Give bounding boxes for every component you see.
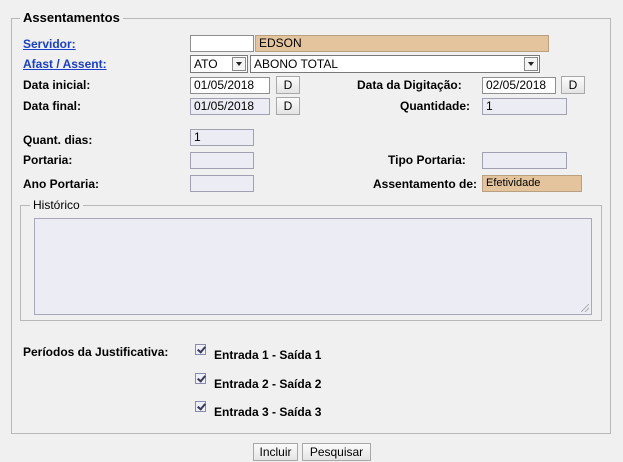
fieldset-legend: Assentamentos [20,10,123,25]
ano-portaria-label: Ano Portaria: [23,177,100,191]
servidor-code-input[interactable] [190,35,254,52]
resize-grip-icon[interactable] [581,304,589,312]
afast-value-select[interactable]: ABONO TOTAL [250,55,540,73]
portaria-input[interactable] [190,152,254,169]
pesquisar-button[interactable]: Pesquisar [302,443,371,461]
ano-portaria-input[interactable] [190,175,254,192]
data-digitacao-input[interactable]: 02/05/2018 [482,77,556,94]
data-final-field: 01/05/2018 [190,98,270,115]
periodo-3-label: Entrada 3 - Saída 3 [214,405,322,419]
periodo-1-label: Entrada 1 - Saída 1 [214,348,322,362]
historico-textarea[interactable] [34,218,592,315]
quant-dias-field: 1 [190,129,254,146]
quant-dias-label: Quant. dias: [23,133,93,147]
periodo-2-label: Entrada 2 - Saída 2 [214,377,322,391]
data-inicial-input[interactable]: 01/05/2018 [190,77,270,94]
portaria-label: Portaria: [23,153,73,167]
quantidade-label: Quantidade: [400,99,471,113]
data-digitacao-date-button[interactable]: D [561,76,585,94]
incluir-button[interactable]: Incluir [253,443,298,461]
periodo-1-checkbox[interactable] [195,344,206,355]
periodo-3-checkbox[interactable] [195,401,206,412]
chevron-down-icon [524,57,538,71]
afast-type-select[interactable]: ATO [190,55,248,73]
afast-type-value: ATO [194,57,218,71]
tipo-portaria-input[interactable] [482,152,567,169]
chevron-down-icon [232,57,246,71]
tipo-portaria-label: Tipo Portaria: [388,153,466,167]
data-final-date-button[interactable]: D [276,97,300,115]
assentamento-de-label: Assentamento de: [373,177,478,191]
data-inicial-label: Data inicial: [23,78,91,92]
historico-legend: Histórico [30,198,83,212]
assentamento-de-field: Efetividade [482,175,582,192]
servidor-name-field: EDSON [255,35,549,52]
quantidade-field: 1 [482,98,567,115]
servidor-link[interactable]: Servidor: [23,37,76,51]
afast-value-text: ABONO TOTAL [254,57,339,71]
periodo-2-checkbox[interactable] [195,373,206,384]
data-final-label: Data final: [23,99,82,113]
periodos-label: Períodos da Justificativa: [23,345,169,359]
data-digitacao-label: Data da Digitação: [357,78,462,92]
afast-assent-link[interactable]: Afast / Assent: [23,57,107,71]
data-inicial-date-button[interactable]: D [276,76,300,94]
